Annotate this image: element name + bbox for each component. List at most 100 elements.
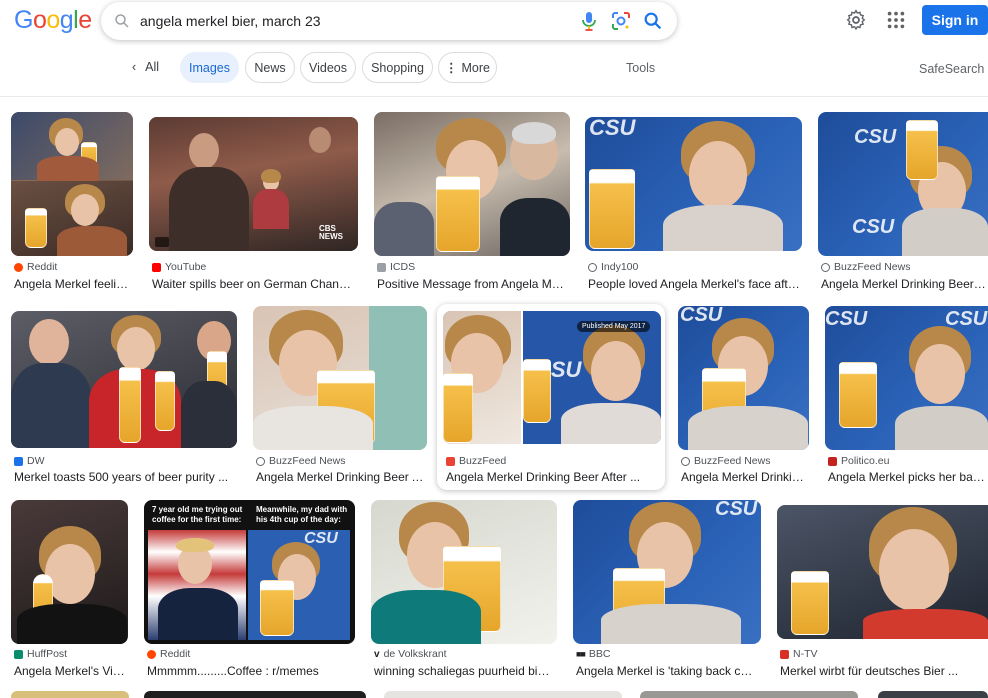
- result-thumbnail[interactable]: [384, 691, 622, 698]
- result-source[interactable]: HuffPost: [14, 648, 67, 660]
- buzzfeed-icon: [681, 456, 690, 466]
- source-name: BBC: [588, 648, 611, 660]
- result-title[interactable]: Angela Merkel Drinking Beer After ...: [446, 470, 658, 484]
- logo-letter: e: [78, 6, 92, 34]
- result-thumbnail[interactable]: [11, 112, 133, 256]
- result-title[interactable]: Angela Merkel is 'taking back con...: [576, 664, 759, 678]
- result-source[interactable]: BuzzFeed News: [681, 455, 770, 467]
- result-thumbnail[interactable]: CSU Published May 2017: [443, 311, 661, 444]
- result-thumbnail[interactable]: [374, 112, 570, 256]
- tab-more[interactable]: ⋮ More: [438, 52, 497, 83]
- header-divider: [0, 96, 988, 97]
- result-thumbnail[interactable]: [777, 505, 988, 639]
- tab-videos[interactable]: Videos: [300, 52, 356, 83]
- source-name: YouTube: [165, 261, 207, 273]
- result-thumbnail[interactable]: CSU: [585, 117, 802, 251]
- result-thumbnail[interactable]: [640, 691, 858, 698]
- source-name: DW: [27, 455, 45, 467]
- result-source[interactable]: Indy100: [588, 261, 638, 273]
- result-title[interactable]: winning schaliegas puurheid bier ...: [374, 664, 556, 678]
- result-source[interactable]: Politico.eu: [828, 455, 889, 467]
- result-thumbnail[interactable]: CSU CSU: [818, 112, 988, 256]
- result-title[interactable]: Angela Merkel feelin...: [14, 277, 132, 291]
- dw-icon: [14, 456, 23, 466]
- search-submit-icon[interactable]: [642, 10, 664, 32]
- huffpost-icon: [14, 649, 23, 659]
- result-thumbnail[interactable]: [144, 691, 366, 698]
- csu-banner-text: CSU: [680, 306, 723, 326]
- apps-grid-icon[interactable]: [885, 9, 907, 31]
- source-name: BuzzFeed News: [694, 455, 771, 467]
- result-title[interactable]: Mmmmm.........Coffee : r/memes: [147, 664, 353, 678]
- safesearch-button[interactable]: SafeSearch▾: [919, 61, 988, 76]
- result-thumbnail[interactable]: [11, 311, 237, 448]
- search-icon: [115, 14, 129, 28]
- buzzfeed-icon: [256, 456, 265, 466]
- result-title[interactable]: Angela Merkel Drinking Beer Af...: [256, 470, 426, 484]
- result-source[interactable]: ■■ BBC: [576, 648, 610, 660]
- result-thumbnail[interactable]: [371, 500, 557, 644]
- more-vert-icon: ⋮: [445, 61, 458, 75]
- csu-banner-text: CSU: [825, 308, 868, 330]
- sign-in-button[interactable]: Sign in: [922, 5, 988, 35]
- result-title[interactable]: Waiter spills beer on German Chancell...: [152, 277, 356, 291]
- csu-banner-text: CSU: [852, 216, 895, 238]
- result-thumbnail[interactable]: CBS NEWS: [149, 117, 358, 251]
- buzzfeed-icon: [821, 262, 830, 272]
- result-title[interactable]: Merkel wirbt für deutsches Bier ...: [780, 664, 986, 678]
- google-logo[interactable]: Google: [14, 6, 92, 35]
- result-source[interactable]: ICDS: [377, 261, 415, 273]
- result-title[interactable]: People loved Angela Merkel's face after.…: [588, 277, 800, 291]
- csu-banner-text: CSU: [589, 117, 636, 140]
- lens-icon[interactable]: [610, 10, 632, 32]
- result-thumbnail[interactable]: 7 year old me trying out coffee for the …: [144, 500, 355, 644]
- source-name: Reddit: [27, 261, 58, 273]
- result-source[interactable]: BuzzFeed: [446, 455, 506, 467]
- tab-shopping[interactable]: Shopping: [362, 52, 433, 83]
- result-source[interactable]: v de Volkskrant: [374, 648, 447, 660]
- result-title[interactable]: Angela Merkel's Vis...: [14, 664, 126, 678]
- source-name: BuzzFeed: [459, 455, 507, 467]
- logo-letter: o: [46, 6, 60, 34]
- meme-caption-right: Meanwhile, my dad with his 4th cup of th…: [256, 505, 348, 524]
- source-name: BuzzFeed News: [834, 261, 911, 273]
- badge-text: Published May 2017: [582, 323, 646, 330]
- result-source[interactable]: BuzzFeed News: [256, 455, 345, 467]
- result-source[interactable]: BuzzFeed News: [821, 261, 910, 273]
- tab-all[interactable]: ‹ All: [132, 60, 159, 74]
- result-title[interactable]: Angela Merkel Drinkin...: [681, 470, 807, 484]
- search-box[interactable]: angela merkel bier, march 23: [101, 2, 677, 40]
- search-input[interactable]: angela merkel bier, march 23: [140, 13, 321, 29]
- result-title[interactable]: Angela Merkel picks her battl...: [828, 470, 986, 484]
- result-source[interactable]: N-TV: [780, 648, 818, 660]
- microphone-icon[interactable]: [579, 10, 599, 32]
- csu-banner-text: CSU: [715, 500, 758, 520]
- source-name: Indy100: [601, 261, 639, 273]
- result-thumbnail[interactable]: CSU: [573, 500, 761, 644]
- logo-letter: g: [59, 6, 74, 34]
- search-tabs: ‹ All Images News Videos Shopping ⋮ More T…: [0, 52, 988, 83]
- result-source[interactable]: Reddit: [14, 261, 57, 273]
- tab-more-label: More: [461, 60, 490, 75]
- reddit-icon: [147, 649, 156, 659]
- gear-icon[interactable]: [845, 9, 867, 31]
- cbs-news-watermark: CBS NEWS: [319, 224, 343, 241]
- result-source[interactable]: Reddit: [147, 648, 190, 660]
- result-title[interactable]: Positive Message from Angela Mer...: [377, 277, 567, 291]
- source-name: N-TV: [793, 648, 818, 660]
- result-thumbnail[interactable]: [253, 306, 427, 450]
- result-title[interactable]: Merkel toasts 500 years of beer purity .…: [14, 470, 236, 484]
- result-title[interactable]: Angela Merkel Drinking Beer Af...: [821, 277, 986, 291]
- result-thumbnail[interactable]: [11, 691, 129, 698]
- result-source[interactable]: DW: [14, 455, 45, 467]
- tools-button[interactable]: Tools: [626, 61, 655, 75]
- result-source[interactable]: YouTube: [152, 261, 206, 273]
- chevron-left-icon: ‹: [132, 60, 137, 74]
- tab-images[interactable]: Images: [180, 52, 239, 83]
- result-thumbnail[interactable]: [11, 500, 128, 644]
- result-thumbnail[interactable]: CSU CSU: [825, 306, 988, 450]
- source-name: ICDS: [390, 261, 416, 273]
- result-thumbnail[interactable]: [878, 691, 988, 698]
- tab-news[interactable]: News: [245, 52, 295, 83]
- result-thumbnail[interactable]: CSU: [678, 306, 809, 450]
